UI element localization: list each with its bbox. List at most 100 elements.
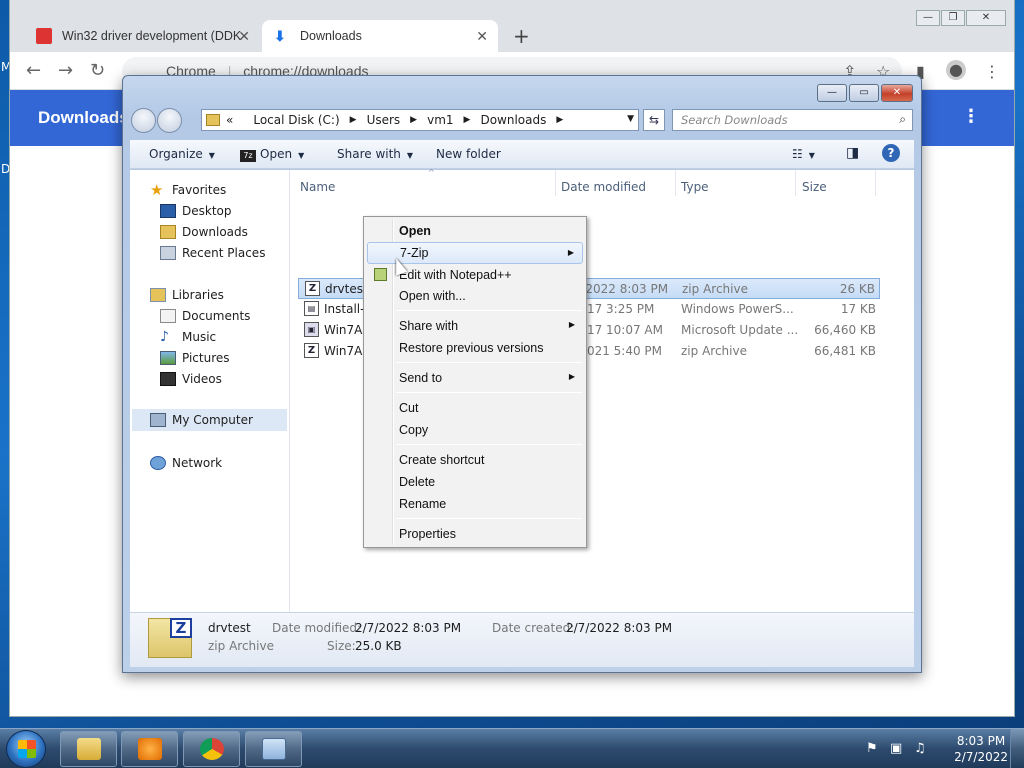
breadcrumb-vm1[interactable]: vm1 xyxy=(427,113,453,127)
show-desktop-button[interactable] xyxy=(1010,729,1024,768)
star-icon: ★ xyxy=(150,181,164,199)
network-tray-icon[interactable]: ▣ xyxy=(890,741,902,756)
details-name: drvtest xyxy=(208,621,251,635)
menu-properties[interactable]: Properties xyxy=(367,523,583,545)
details-modified-label: Date modified: xyxy=(272,621,362,635)
notepad-plus-icon xyxy=(374,268,387,281)
downloads-folder-icon xyxy=(160,225,176,239)
menu-copy[interactable]: Copy xyxy=(367,419,583,441)
nav-recent-places[interactable]: Recent Places xyxy=(160,246,265,260)
folder-icon xyxy=(77,738,101,760)
nav-downloads[interactable]: Downloads xyxy=(160,225,248,239)
chrome-minimize-button[interactable]: — xyxy=(916,10,940,26)
column-size[interactable]: Size xyxy=(802,180,827,194)
details-type: zip Archive xyxy=(208,639,274,653)
menu-rename[interactable]: Rename xyxy=(367,493,583,515)
more-actions-icon[interactable]: ⋮ xyxy=(962,106,980,127)
nav-desktop[interactable]: Desktop xyxy=(160,204,232,218)
explorer-forward-button[interactable] xyxy=(157,108,182,133)
nav-network[interactable]: Network xyxy=(150,456,222,470)
computer-icon xyxy=(150,413,166,427)
action-center-flag-icon[interactable]: ⚑ xyxy=(866,741,878,756)
breadcrumb-downloads[interactable]: Downloads xyxy=(480,113,546,127)
nav-favorites[interactable]: ★ Favorites xyxy=(150,181,226,199)
menu-restore-previous[interactable]: Restore previous versions xyxy=(367,337,583,359)
file-size: 26 KB xyxy=(839,282,875,296)
navigation-pane: ★ Favorites Desktop Downloads Recent Plac… xyxy=(130,170,290,612)
desktop-icon xyxy=(160,204,176,218)
search-icon[interactable]: ⌕ xyxy=(899,112,906,127)
menu-share-with[interactable]: Share with ▶ xyxy=(367,315,583,337)
nav-documents[interactable]: Documents xyxy=(160,309,250,323)
network-icon xyxy=(150,456,166,470)
file-name: Win7A xyxy=(324,344,363,358)
taskbar: ⚑ ▣ ♫ 8:03 PM 2/7/2022 xyxy=(0,728,1024,768)
explorer-back-button[interactable] xyxy=(131,108,156,133)
recent-places-icon xyxy=(160,246,176,260)
column-type[interactable]: Type xyxy=(681,180,709,194)
nav-videos[interactable]: Videos xyxy=(160,372,222,386)
chevron-right-icon[interactable]: ▶ xyxy=(464,115,471,125)
breadcrumb-prefix[interactable]: « xyxy=(226,113,233,127)
tab-downloads[interactable]: ⬇ Downloads ✕ xyxy=(262,20,498,52)
clock-date: 2/7/2022 xyxy=(954,750,1008,764)
forward-icon[interactable]: → xyxy=(58,60,73,81)
chrome-menu-icon[interactable]: ⋮ xyxy=(984,62,1000,81)
tab-title: Win32 driver development (DDK xyxy=(62,29,242,43)
taskbar-chrome[interactable] xyxy=(183,731,240,767)
details-pane: Z drvtest zip Archive Date modified: 2/7… xyxy=(130,612,914,667)
explorer-close-button[interactable]: ✕ xyxy=(881,84,913,102)
file-size: 66,460 KB xyxy=(814,323,876,337)
breadcrumb-users[interactable]: Users xyxy=(367,113,401,127)
chrome-close-button[interactable]: ✕ xyxy=(966,10,1006,26)
chevron-right-icon[interactable]: ▶ xyxy=(410,115,417,125)
open-button[interactable]: 7z Open ▼ xyxy=(240,147,304,162)
close-tab-icon[interactable]: ✕ xyxy=(476,28,488,45)
explorer-minimize-button[interactable]: — xyxy=(817,84,847,102)
column-name[interactable]: Name xyxy=(300,180,335,194)
taskbar-explorer[interactable] xyxy=(60,731,117,767)
new-folder-button[interactable]: New folder xyxy=(436,147,501,161)
breadcrumb-local-disk[interactable]: Local Disk (C:) xyxy=(253,113,339,127)
system-clock[interactable]: 8:03 PM 2/7/2022 xyxy=(954,733,1008,765)
taskbar-media-player[interactable] xyxy=(121,731,178,767)
help-icon[interactable]: ? xyxy=(882,144,900,162)
menu-delete[interactable]: Delete xyxy=(367,471,583,493)
music-icon: ♪ xyxy=(160,329,169,345)
address-dropdown-icon[interactable]: ▼ xyxy=(627,114,634,124)
submenu-arrow-icon: ▶ xyxy=(568,372,575,381)
menu-send-to[interactable]: Send to ▶ xyxy=(367,367,583,389)
chrome-maximize-button[interactable]: ❐ xyxy=(941,10,965,26)
menu-open[interactable]: Open xyxy=(367,220,583,242)
search-input[interactable]: Search Downloads ⌕ xyxy=(672,109,913,131)
start-button[interactable] xyxy=(6,730,46,768)
menu-create-shortcut[interactable]: Create shortcut xyxy=(367,449,583,471)
refresh-button[interactable]: ⇆ xyxy=(643,109,665,131)
close-tab-icon[interactable]: ✕ xyxy=(238,28,250,45)
view-options-icon[interactable]: ☷ ▼ xyxy=(792,147,815,161)
preview-pane-icon[interactable]: ◨ xyxy=(846,145,859,161)
menu-open-with[interactable]: Open with... xyxy=(367,285,583,307)
chevron-right-icon[interactable]: ▶ xyxy=(556,115,563,125)
nav-music[interactable]: ♪ Music xyxy=(160,330,216,344)
zip-icon: Z xyxy=(304,343,319,358)
explorer-maximize-button[interactable]: ▭ xyxy=(849,84,879,102)
reload-icon[interactable]: ↻ xyxy=(90,60,105,81)
share-with-button[interactable]: Share with ▼ xyxy=(337,147,413,161)
new-tab-button[interactable]: + xyxy=(513,24,530,48)
chevron-right-icon[interactable]: ▶ xyxy=(350,115,357,125)
nav-pictures[interactable]: Pictures xyxy=(160,351,230,365)
menu-cut[interactable]: Cut xyxy=(367,397,583,419)
column-date-modified[interactable]: Date modified xyxy=(561,180,646,194)
nav-my-computer[interactable]: My Computer xyxy=(132,409,287,431)
nav-libraries[interactable]: Libraries xyxy=(150,288,224,302)
tab-title: Downloads xyxy=(300,29,362,43)
volume-icon[interactable]: ♫ xyxy=(914,741,926,756)
tab-win32-driver[interactable]: Win32 driver development (DDK ✕ xyxy=(24,20,260,52)
address-bar[interactable]: « Local Disk (C:) ▶ Users ▶ vm1 ▶ Downloads… xyxy=(201,109,639,131)
back-icon[interactable]: ← xyxy=(26,60,41,81)
taskbar-window[interactable] xyxy=(245,731,302,767)
desktop-mark-2: D xyxy=(1,162,11,176)
profile-avatar-icon[interactable]: ● xyxy=(946,60,966,80)
organize-button[interactable]: Organize ▼ xyxy=(149,147,215,161)
